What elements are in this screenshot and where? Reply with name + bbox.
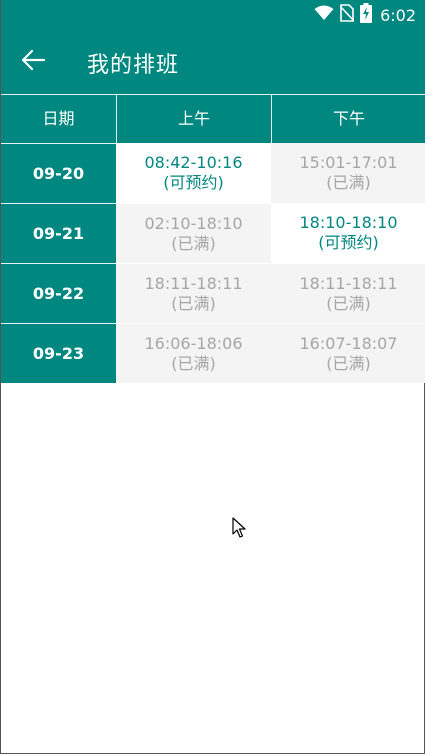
slot-time: 08:42-10:16 — [144, 153, 243, 172]
slot-time: 15:01-17:01 — [299, 153, 398, 172]
slot-time: 18:10-18:10 — [299, 213, 398, 232]
slot-available[interactable]: 18:10-18:10 (可预约) — [271, 203, 425, 263]
slot-status: (已满) — [171, 293, 216, 313]
app-bar: 我的排班 — [1, 30, 425, 94]
slot-status: (可预约) — [318, 233, 379, 252]
table-row: 09-21 02:10-18:10 (已满) 18:10-18:10 (可预约) — [1, 203, 425, 263]
mouse-pointer-icon — [232, 517, 246, 543]
slot-full: 18:11-18:11 (已满) — [116, 263, 271, 323]
header-morning: 上午 — [116, 94, 271, 143]
no-sim-icon — [339, 4, 355, 26]
app-screen: 6:02 我的排班 日期 上午 下午 09-20 08:42-10:16 (可预… — [0, 0, 425, 754]
date-cell: 09-21 — [1, 203, 116, 263]
slot-time: 18:11-18:11 — [144, 273, 243, 293]
slot-full: 18:11-18:11 (已满) — [271, 263, 425, 323]
slot-status: (已满) — [326, 353, 371, 373]
status-bar: 6:02 — [1, 0, 425, 30]
slot-full: 02:10-18:10 (已满) — [116, 203, 271, 263]
schedule-table: 日期 上午 下午 09-20 08:42-10:16 (可预约) 15:01-1… — [1, 94, 425, 383]
date-cell: 09-23 — [1, 323, 116, 383]
slot-full: 15:01-17:01 (已满) — [271, 143, 425, 203]
table-row: 09-22 18:11-18:11 (已满) 18:11-18:11 (已满) — [1, 263, 425, 323]
table-row: 09-20 08:42-10:16 (可预约) 15:01-17:01 (已满) — [1, 143, 425, 203]
slot-available[interactable]: 08:42-10:16 (可预约) — [116, 143, 271, 203]
slot-full: 16:07-18:07 (已满) — [271, 323, 425, 383]
date-cell: 09-22 — [1, 263, 116, 323]
back-button[interactable] — [15, 44, 51, 80]
slot-time: 16:06-18:06 — [144, 333, 243, 353]
slot-status: (已满) — [326, 293, 371, 313]
status-icons: 6:02 — [314, 3, 416, 27]
slot-status: (可预约) — [163, 173, 224, 192]
slot-time: 02:10-18:10 — [144, 213, 243, 233]
date-cell: 09-20 — [1, 143, 116, 203]
page-title: 我的排班 — [87, 53, 180, 78]
status-time: 6:02 — [380, 5, 416, 25]
slot-status: (已满) — [171, 353, 216, 373]
slot-status: (已满) — [326, 173, 371, 192]
table-row: 09-23 16:06-18:06 (已满) 16:07-18:07 (已满) — [1, 323, 425, 383]
header-afternoon: 下午 — [271, 94, 425, 143]
slot-time: 18:11-18:11 — [299, 273, 398, 293]
arrow-left-icon — [20, 49, 46, 75]
wifi-icon — [314, 5, 334, 25]
header-date: 日期 — [1, 94, 116, 143]
battery-charging-icon — [360, 3, 373, 27]
slot-full: 16:06-18:06 (已满) — [116, 323, 271, 383]
slot-time: 16:07-18:07 — [299, 333, 398, 353]
slot-status: (已满) — [171, 233, 216, 253]
table-header: 日期 上午 下午 — [1, 94, 425, 143]
